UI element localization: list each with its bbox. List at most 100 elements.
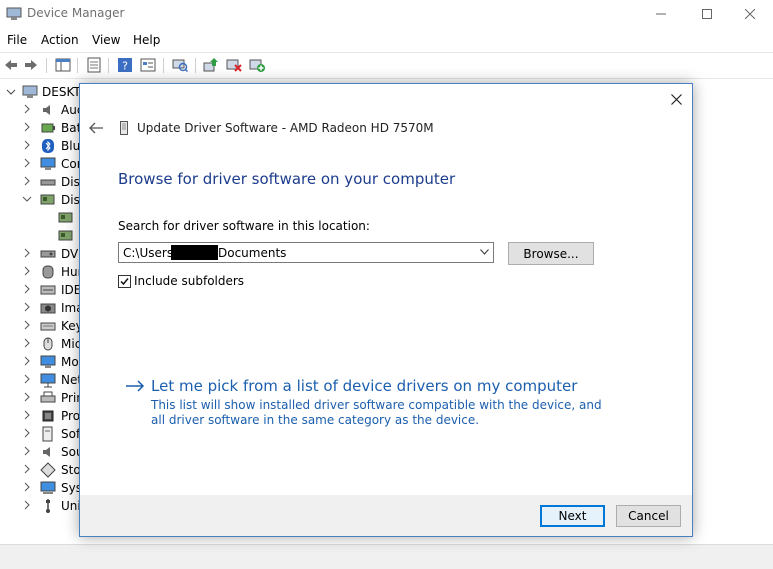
tree-item[interactable]: Aud	[0, 101, 84, 119]
browse-button[interactable]: Browse...	[508, 242, 594, 265]
dialog-header-title: Update Driver Software - AMD Radeon HD 7…	[137, 121, 434, 135]
chevron-right-icon[interactable]	[22, 158, 32, 168]
tree-item[interactable]	[0, 209, 80, 227]
tree-item[interactable]: Mo	[0, 353, 80, 371]
back-icon[interactable]	[3, 57, 19, 73]
tree-item[interactable]: Mic	[0, 335, 81, 353]
forward-icon[interactable]	[23, 57, 39, 73]
ide-controller-icon	[40, 285, 56, 295]
tree-item[interactable]: Ima	[0, 299, 84, 317]
tree-item[interactable]: Batt	[0, 119, 86, 137]
menu-help[interactable]: Help	[133, 33, 160, 47]
chevron-right-icon[interactable]	[22, 356, 32, 366]
chevron-down-icon[interactable]	[6, 87, 16, 97]
menu-bar: File Action View Help	[0, 30, 773, 50]
keyboard-icon	[40, 322, 56, 331]
toolbar: ?	[0, 52, 773, 79]
tree-item[interactable]: Sou	[0, 443, 84, 461]
menu-action[interactable]: Action	[41, 33, 79, 47]
pick-from-list-link[interactable]: Let me pick from a list of device driver…	[151, 377, 577, 395]
tree-item[interactable]: Stor	[0, 461, 86, 479]
details-view-icon[interactable]	[140, 57, 156, 73]
arrow-right-icon[interactable]	[125, 380, 145, 392]
close-icon	[745, 9, 755, 19]
tree-item[interactable]: Soft	[0, 425, 85, 443]
tree-item[interactable]: IDE	[0, 281, 81, 299]
scan-hardware-icon[interactable]	[172, 57, 188, 73]
chevron-right-icon[interactable]	[22, 482, 32, 492]
tree-item[interactable]: Prin	[0, 389, 84, 407]
checkmark-icon	[120, 278, 129, 286]
usb-icon	[46, 499, 50, 513]
window-title: Device Manager	[27, 6, 125, 20]
tree-item[interactable]: DVD	[0, 245, 87, 263]
tree-item[interactable]: Hum	[0, 263, 89, 281]
tree-item[interactable]: Con	[0, 155, 84, 173]
disk-drive-icon	[40, 179, 56, 186]
update-driver-icon[interactable]	[203, 57, 219, 73]
tree-item-label: Pro	[61, 409, 81, 423]
tree-root[interactable]: DESKTO	[0, 83, 90, 101]
minimize-icon	[656, 13, 666, 15]
dialog-close-button[interactable]	[666, 89, 686, 109]
uninstall-device-icon[interactable]	[226, 57, 242, 73]
close-icon	[670, 93, 682, 105]
chevron-right-icon[interactable]	[22, 284, 32, 294]
tree-item[interactable]: Syst	[0, 479, 87, 497]
chevron-right-icon[interactable]	[22, 140, 32, 150]
chevron-right-icon[interactable]	[22, 176, 32, 186]
chevron-right-icon[interactable]	[22, 302, 32, 312]
update-driver-dialog: Update Driver Software - AMD Radeon HD 7…	[79, 83, 693, 537]
add-legacy-hardware-icon[interactable]	[249, 57, 265, 73]
close-button[interactable]	[727, 0, 773, 28]
speaker-icon	[43, 447, 50, 457]
display-adapter-icon	[58, 230, 73, 241]
help-icon[interactable]: ?	[117, 57, 133, 73]
software-device-icon	[42, 426, 53, 442]
tree-item[interactable]: Pro	[0, 407, 80, 425]
next-button[interactable]: Next	[540, 505, 605, 527]
chevron-right-icon[interactable]	[22, 500, 32, 510]
chevron-down-icon[interactable]	[22, 194, 32, 204]
back-arrow-icon[interactable]	[88, 121, 104, 135]
tree-item[interactable]: Disk	[0, 173, 87, 191]
chevron-right-icon[interactable]	[22, 266, 32, 276]
include-subfolders-label[interactable]: Include subfolders	[134, 274, 244, 288]
chevron-right-icon[interactable]	[22, 464, 32, 474]
display-adapter-icon	[58, 212, 73, 223]
chevron-right-icon[interactable]	[22, 104, 32, 114]
title-bar: Device Manager	[0, 0, 773, 28]
include-subfolders-checkbox[interactable]	[118, 275, 131, 288]
redacted-username	[171, 245, 218, 260]
tree-item[interactable]: Blue	[0, 137, 88, 155]
computer-icon	[22, 85, 38, 98]
tree-item[interactable]: Key	[0, 317, 83, 335]
chevron-right-icon[interactable]	[22, 446, 32, 456]
chevron-right-icon[interactable]	[22, 392, 32, 402]
chevron-right-icon[interactable]	[22, 410, 32, 420]
tree-item[interactable]: Univ	[0, 497, 88, 515]
human-interface-icon	[42, 265, 54, 279]
driver-path-combobox[interactable]: C:\Users\ Documents	[118, 242, 494, 263]
network-adapter-icon	[40, 373, 56, 388]
chevron-right-icon[interactable]	[22, 338, 32, 348]
tree-item[interactable]: Disp	[0, 191, 87, 209]
maximize-button[interactable]	[684, 0, 730, 28]
properties-icon[interactable]	[86, 57, 102, 73]
chevron-right-icon[interactable]	[22, 248, 32, 258]
tree-item[interactable]: Net	[0, 371, 82, 389]
chevron-right-icon[interactable]	[22, 320, 32, 330]
minimize-button[interactable]	[638, 0, 684, 28]
chevron-down-icon[interactable]	[480, 249, 489, 255]
chevron-right-icon[interactable]	[22, 428, 32, 438]
tree-item[interactable]	[0, 227, 80, 245]
cancel-button[interactable]: Cancel	[616, 505, 681, 527]
search-location-label: Search for driver software in this locat…	[118, 219, 370, 233]
processor-icon	[42, 410, 54, 422]
chevron-right-icon[interactable]	[22, 122, 32, 132]
menu-file[interactable]: File	[7, 33, 27, 47]
menu-view[interactable]: View	[92, 33, 120, 47]
mouse-icon	[43, 337, 53, 351]
chevron-right-icon[interactable]	[22, 374, 32, 384]
show-hide-tree-icon[interactable]	[55, 57, 71, 73]
